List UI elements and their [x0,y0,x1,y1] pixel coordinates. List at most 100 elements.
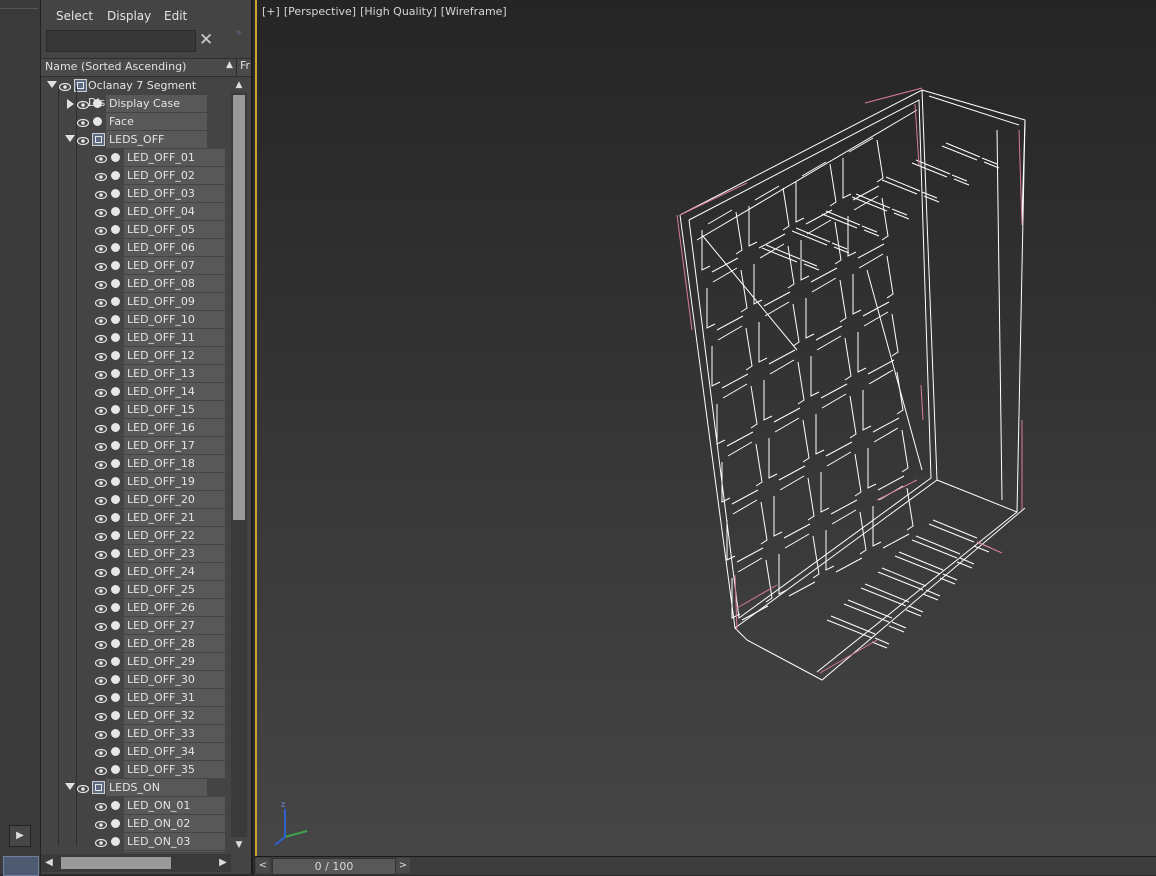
tree-item-led-off[interactable]: LED_OFF_12 [41,347,231,365]
scroll-thumb[interactable] [233,95,245,520]
tree-item-led-off[interactable]: LED_OFF_19 [41,473,231,491]
scroll-down-icon[interactable]: ▼ [231,837,247,853]
eye-icon[interactable] [94,459,108,470]
eye-icon[interactable] [94,603,108,614]
eye-icon[interactable] [94,729,108,740]
tree-item-led-off[interactable]: LED_OFF_25 [41,581,231,599]
collapse-arrow-icon[interactable] [65,135,75,142]
eye-icon[interactable] [94,765,108,776]
tree-item-led-off[interactable]: LED_OFF_28 [41,635,231,653]
tree-item-led-on[interactable]: LED_ON_01 [41,797,231,815]
strip-tab[interactable] [0,0,38,9]
tree-item-led-on[interactable]: LED_ON_02 [41,815,231,833]
tree-item-led-off[interactable]: LED_OFF_02 [41,167,231,185]
tree-item-led-off[interactable]: LED_OFF_32 [41,707,231,725]
eye-icon[interactable] [58,81,72,92]
tree-item-led-off[interactable]: LED_OFF_29 [41,653,231,671]
time-slider[interactable]: 0 / 100 [272,858,396,875]
tree-item-led-off[interactable]: LED_OFF_03 [41,185,231,203]
close-icon[interactable]: ✕ [199,30,213,50]
eye-icon[interactable] [94,405,108,416]
eye-icon[interactable] [94,711,108,722]
tree-item-led-off[interactable]: LED_OFF_26 [41,599,231,617]
tree-item-led-off[interactable]: LED_OFF_17 [41,437,231,455]
eye-icon[interactable] [94,495,108,506]
eye-icon[interactable] [94,621,108,632]
tree-item-led-off[interactable]: LED_OFF_34 [41,743,231,761]
eye-icon[interactable] [94,567,108,578]
tree-item-led-off[interactable]: LED_OFF_16 [41,419,231,437]
eye-icon[interactable] [94,171,108,182]
tree-item-face[interactable]: Face [41,113,231,131]
second-column-header[interactable]: Fr [236,59,255,76]
tree-item-led-on[interactable]: LED_ON_03 [41,851,231,852]
tree-item-led-off[interactable]: LED_OFF_09 [41,293,231,311]
expand-toolbar-icon[interactable]: » [236,28,242,38]
eye-icon[interactable] [94,639,108,650]
eye-icon[interactable] [94,801,108,812]
perspective-viewport[interactable]: [+] [Perspective] [High Quality] [Wireframe… [255,0,1156,856]
eye-icon[interactable] [94,657,108,668]
tree-item-led-off[interactable]: LED_OFF_11 [41,329,231,347]
tree-item-led-off[interactable]: LED_OFF_35 [41,761,231,779]
tree-item-led-off[interactable]: LED_OFF_22 [41,527,231,545]
eye-icon[interactable] [94,513,108,524]
eye-icon[interactable] [94,315,108,326]
tree-item-led-off[interactable]: LED_OFF_21 [41,509,231,527]
eye-icon[interactable] [94,387,108,398]
tree-item-led-off[interactable]: LED_OFF_18 [41,455,231,473]
name-column-header[interactable]: Name (Sorted Ascending) [45,60,186,73]
eye-icon[interactable] [94,441,108,452]
scroll-up-icon[interactable]: ▲ [231,77,247,93]
tree-item-led-off[interactable]: LED_OFF_13 [41,365,231,383]
tree-item-led-off[interactable]: LED_OFF_24 [41,563,231,581]
expand-panel-button[interactable]: ▶ [9,825,31,847]
eye-icon[interactable] [76,117,90,128]
eye-icon[interactable] [94,351,108,362]
eye-icon[interactable] [94,531,108,542]
menu-edit[interactable]: Edit [164,9,187,23]
tree-item-led-off[interactable]: LED_OFF_14 [41,383,231,401]
tree-item-display-case[interactable]: Display Case [41,95,231,113]
eye-icon[interactable] [94,261,108,272]
eye-icon[interactable] [94,333,108,344]
tree-item-led-off[interactable]: LED_OFF_23 [41,545,231,563]
expand-arrow-icon[interactable] [67,99,74,109]
collapse-arrow-icon[interactable] [65,783,75,790]
tree-item-led-off[interactable]: LED_OFF_04 [41,203,231,221]
next-frame-button[interactable]: > [396,858,410,873]
strip-bottom-button[interactable] [3,856,39,876]
tree-item-led-off[interactable]: LED_OFF_01 [41,149,231,167]
eye-icon[interactable] [94,819,108,830]
tree-item-led-off[interactable]: LED_OFF_20 [41,491,231,509]
eye-icon[interactable] [94,585,108,596]
tree-item-root[interactable]: Oclanay 7 Segment Display [41,77,231,109]
tree-item-led-off[interactable]: LED_OFF_33 [41,725,231,743]
tree-item-led-off[interactable]: LED_OFF_31 [41,689,231,707]
eye-icon[interactable] [94,243,108,254]
tree-item-led-off[interactable]: LED_OFF_06 [41,239,231,257]
tree-item-leds-on[interactable]: LEDS_ON [41,779,231,797]
tree-item-led-off[interactable]: LED_OFF_30 [41,671,231,689]
tree-item-leds-off[interactable]: LEDS_OFF [41,131,231,149]
eye-icon[interactable] [94,549,108,560]
tree-item-led-off[interactable]: LED_OFF_07 [41,257,231,275]
eye-icon[interactable] [94,675,108,686]
eye-icon[interactable] [94,423,108,434]
eye-icon[interactable] [76,783,90,794]
eye-icon[interactable] [94,153,108,164]
vertical-scrollbar[interactable]: ▲ ▼ [231,77,247,853]
menu-display[interactable]: Display [107,9,151,23]
tree-item-led-off[interactable]: LED_OFF_08 [41,275,231,293]
scroll-left-icon[interactable]: ◀ [41,854,57,872]
eye-icon[interactable] [94,837,108,848]
eye-icon[interactable] [94,189,108,200]
collapse-arrow-icon[interactable] [47,81,57,88]
tree-item-led-off[interactable]: LED_OFF_15 [41,401,231,419]
prev-frame-button[interactable]: < [256,858,270,873]
horizontal-scroll-thumb[interactable] [61,857,171,869]
search-input[interactable] [46,30,196,52]
eye-icon[interactable] [94,279,108,290]
eye-icon[interactable] [94,207,108,218]
eye-icon[interactable] [94,477,108,488]
